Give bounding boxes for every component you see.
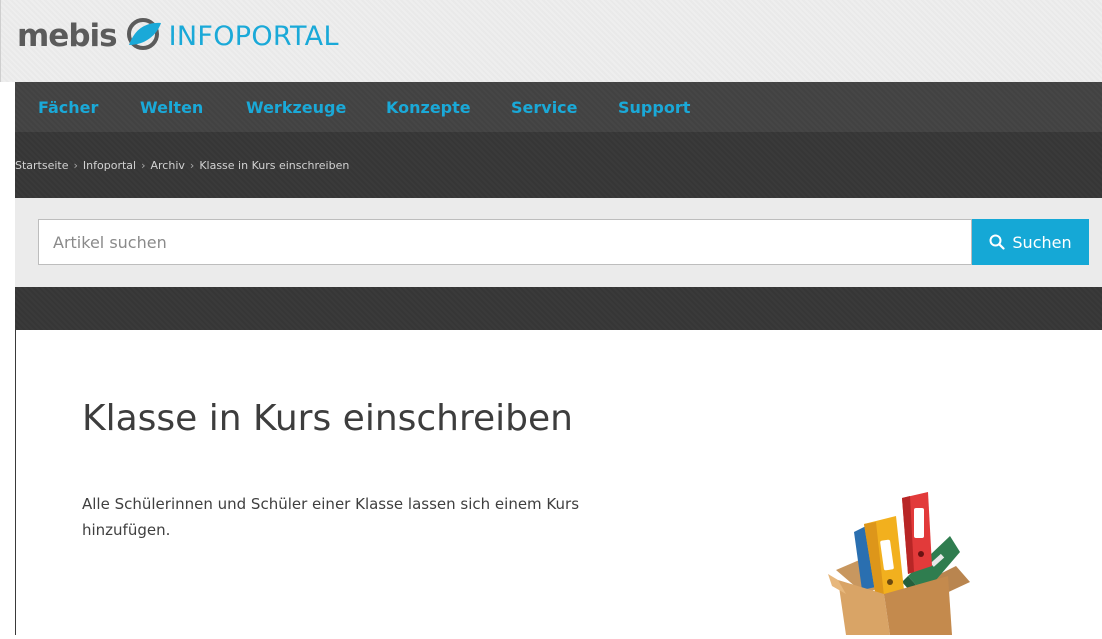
- main-navigation: Fächer Welten Werkzeuge Konzepte Service…: [15, 82, 1102, 132]
- breadcrumb-infoportal[interactable]: Infoportal: [83, 159, 136, 172]
- breadcrumb-separator: ›: [189, 159, 195, 172]
- site-logo[interactable]: mebis INFOPORTAL: [17, 16, 339, 56]
- search-input[interactable]: [38, 219, 972, 265]
- nav-item-support[interactable]: Support: [618, 98, 690, 117]
- nav-item-service[interactable]: Service: [511, 98, 578, 117]
- search-button[interactable]: Suchen: [972, 219, 1089, 265]
- nav-item-welten[interactable]: Welten: [140, 98, 203, 117]
- breadcrumb-archiv[interactable]: Archiv: [151, 159, 185, 172]
- page-title: Klasse in Kurs einschreiben: [82, 398, 573, 439]
- breadcrumb: Startseite › Infoportal › Archiv › Klasse in K…: [15, 159, 349, 172]
- logo-mebis-text: mebis: [17, 18, 118, 54]
- site-header: mebis INFOPORTAL: [0, 0, 1102, 82]
- nav-item-konzepte[interactable]: Konzepte: [386, 98, 471, 117]
- breadcrumb-separator: ›: [73, 159, 78, 172]
- breadcrumb-home[interactable]: Startseite: [15, 159, 69, 172]
- article-intro: Alle Schülerinnen und Schüler einer Klas…: [82, 495, 580, 539]
- folders-in-box-icon: [824, 490, 974, 639]
- breadcrumb-current: Klasse in Kurs einschreiben: [199, 159, 350, 172]
- nav-item-werkzeuge[interactable]: Werkzeuge: [246, 98, 346, 117]
- search-icon: [989, 234, 1005, 250]
- leaf-logo-icon: [123, 18, 163, 54]
- logo-infoportal-text: INFOPORTAL: [168, 20, 339, 52]
- search-button-label: Suchen: [1012, 232, 1072, 252]
- breadcrumb-separator: ›: [141, 159, 146, 172]
- nav-item-faecher[interactable]: Fächer: [38, 98, 98, 117]
- content-left-border: [15, 330, 16, 635]
